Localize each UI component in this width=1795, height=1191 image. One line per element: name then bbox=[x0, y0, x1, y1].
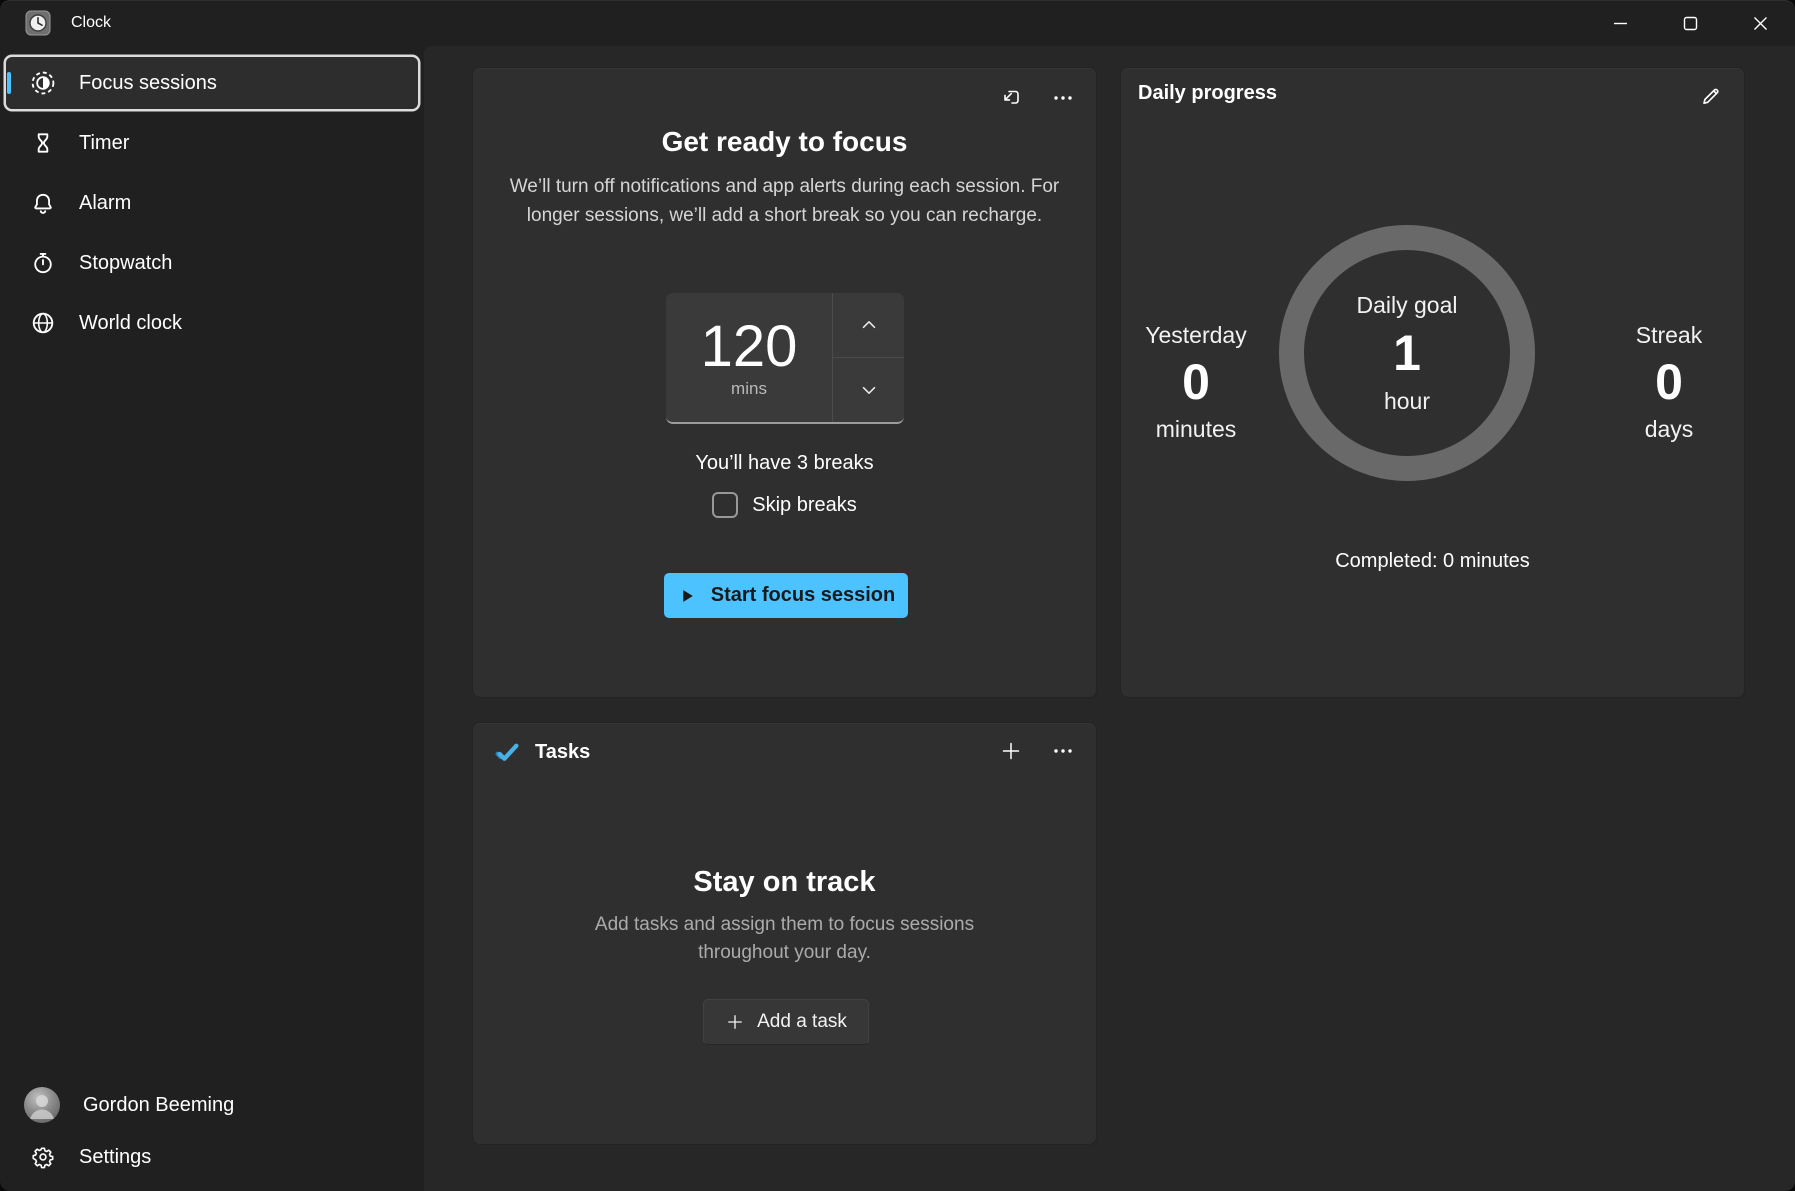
daily-goal-label: Daily goal bbox=[1357, 290, 1458, 320]
daily-goal-unit: hour bbox=[1384, 386, 1430, 416]
maximize-icon bbox=[1680, 13, 1701, 34]
yesterday-stat: Yesterday 0 minutes bbox=[1121, 320, 1271, 444]
add-a-task-label: Add a task bbox=[757, 1011, 847, 1033]
tasks-logo-icon bbox=[494, 739, 521, 766]
daily-goal-progress-ring: Daily goal 1 hour bbox=[1279, 225, 1535, 481]
play-icon bbox=[677, 586, 697, 606]
plus-icon bbox=[999, 739, 1023, 763]
start-button-label: Start focus session bbox=[711, 584, 896, 607]
duration-value-box[interactable]: 120 mins bbox=[666, 293, 833, 422]
close-button[interactable] bbox=[1725, 0, 1795, 46]
app-title: Clock bbox=[71, 14, 111, 32]
sidebar-item-stopwatch[interactable]: Stopwatch bbox=[6, 237, 418, 289]
sidebar-item-settings[interactable]: Settings bbox=[6, 1131, 418, 1183]
popout-icon bbox=[999, 86, 1023, 110]
settings-label: Settings bbox=[79, 1146, 151, 1169]
duration-stepper: 120 mins bbox=[666, 293, 904, 424]
skip-breaks-row: Skip breaks bbox=[473, 492, 1096, 518]
edit-goal-button[interactable] bbox=[1692, 80, 1730, 112]
bell-icon bbox=[30, 190, 56, 216]
avatar bbox=[24, 1087, 60, 1123]
gear-icon bbox=[30, 1144, 56, 1170]
tasks-more-options-button[interactable] bbox=[1044, 735, 1082, 767]
app-identity: Clock bbox=[25, 10, 111, 36]
yesterday-value: 0 bbox=[1121, 350, 1271, 414]
breaks-info-text: You’ll have 3 breaks bbox=[473, 452, 1096, 475]
skip-breaks-label[interactable]: Skip breaks bbox=[752, 494, 857, 517]
yesterday-unit: minutes bbox=[1121, 414, 1271, 444]
daily-goal-value: 1 bbox=[1393, 323, 1421, 383]
sidebar-item-world-clock[interactable]: World clock bbox=[6, 297, 418, 349]
user-name: Gordon Beeming bbox=[83, 1094, 234, 1117]
chevron-down-icon bbox=[858, 379, 880, 401]
streak-stat: Streak 0 days bbox=[1594, 320, 1744, 444]
focus-sessions-icon bbox=[30, 70, 56, 96]
tasks-card: Tasks Stay on track Add tasks and assign… bbox=[472, 722, 1097, 1145]
daily-progress-card: Daily progress Yesterday 0 minutes Daily… bbox=[1120, 67, 1745, 698]
streak-unit: days bbox=[1594, 414, 1744, 444]
tasks-title: Tasks bbox=[535, 741, 590, 764]
compact-overlay-button[interactable] bbox=[992, 82, 1030, 114]
streak-label: Streak bbox=[1594, 320, 1744, 350]
duration-unit: mins bbox=[731, 379, 767, 399]
add-task-icon-button[interactable] bbox=[992, 735, 1030, 767]
duration-increase-button[interactable] bbox=[833, 293, 904, 358]
sidebar-item-alarm[interactable]: Alarm bbox=[6, 177, 418, 229]
tasks-header: Tasks bbox=[494, 739, 590, 766]
clock-app-icon bbox=[25, 10, 51, 36]
start-focus-session-button[interactable]: Start focus session bbox=[664, 573, 908, 618]
main-content: Get ready to focus We’ll turn off notifi… bbox=[424, 46, 1795, 1191]
maximize-button[interactable] bbox=[1655, 0, 1725, 46]
focus-card-title: Get ready to focus bbox=[473, 126, 1096, 158]
stopwatch-icon bbox=[30, 250, 56, 276]
daily-progress-title: Daily progress bbox=[1138, 82, 1277, 105]
focus-card-description: We’ll turn off notifications and app ale… bbox=[492, 172, 1078, 230]
titlebar[interactable]: Clock bbox=[0, 0, 1795, 46]
pencil-icon bbox=[1699, 84, 1723, 108]
sidebar-item-label: Focus sessions bbox=[79, 72, 217, 95]
focus-session-card: Get ready to focus We’ll turn off notifi… bbox=[472, 67, 1097, 698]
sidebar-nav: Focus sessions Timer Alarm bbox=[0, 57, 424, 349]
skip-breaks-checkbox[interactable] bbox=[712, 492, 738, 518]
more-options-icon bbox=[1051, 739, 1075, 763]
focus-more-options-button[interactable] bbox=[1044, 82, 1082, 114]
duration-value: 120 bbox=[701, 317, 798, 377]
plus-icon bbox=[725, 1012, 745, 1032]
sidebar-footer: Gordon Beeming Settings bbox=[0, 1079, 424, 1191]
globe-icon bbox=[30, 310, 56, 336]
completed-text: Completed: 0 minutes bbox=[1121, 550, 1744, 573]
sidebar: Focus sessions Timer Alarm bbox=[0, 46, 424, 1191]
streak-value: 0 bbox=[1594, 350, 1744, 414]
sidebar-item-label: Alarm bbox=[79, 192, 131, 215]
close-icon bbox=[1750, 13, 1771, 34]
caption-buttons bbox=[1585, 0, 1795, 46]
clock-app-window: Clock bbox=[0, 0, 1795, 1191]
sidebar-item-label: Stopwatch bbox=[79, 252, 172, 275]
chevron-up-icon bbox=[858, 314, 880, 336]
minimize-button[interactable] bbox=[1585, 0, 1655, 46]
more-options-icon bbox=[1051, 86, 1075, 110]
duration-decrease-button[interactable] bbox=[833, 358, 904, 422]
account-item[interactable]: Gordon Beeming bbox=[6, 1079, 418, 1131]
tasks-empty-title: Stay on track bbox=[473, 866, 1096, 899]
minimize-icon bbox=[1610, 13, 1631, 34]
sidebar-item-label: Timer bbox=[79, 132, 129, 155]
hourglass-icon bbox=[30, 130, 56, 156]
sidebar-item-timer[interactable]: Timer bbox=[6, 117, 418, 169]
yesterday-label: Yesterday bbox=[1121, 320, 1271, 350]
add-a-task-button[interactable]: Add a task bbox=[703, 999, 869, 1045]
sidebar-item-label: World clock bbox=[79, 312, 182, 335]
tasks-empty-description: Add tasks and assign them to focus sessi… bbox=[565, 911, 1005, 967]
sidebar-item-focus-sessions[interactable]: Focus sessions bbox=[6, 57, 418, 109]
